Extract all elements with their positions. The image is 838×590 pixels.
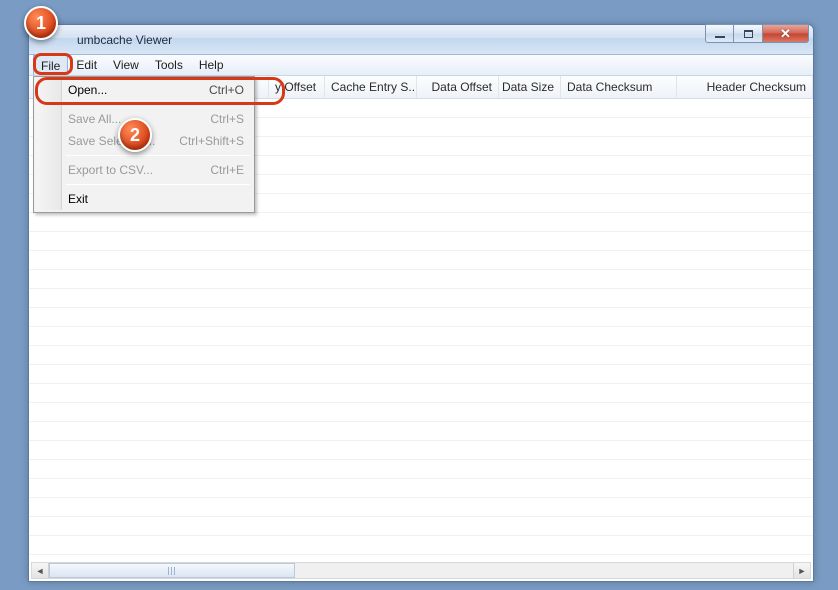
table-row [29,536,813,555]
menu-help[interactable]: Help [191,55,232,75]
horizontal-scrollbar[interactable]: ◄ ► [31,562,811,579]
column-header[interactable]: Cache Entry S... [325,76,417,98]
maximize-icon [744,30,753,38]
menu-item-export-csv: Export to CSV... Ctrl+E [36,159,252,181]
menubar: File Edit View Tools Help [29,55,813,76]
table-row [29,346,813,365]
table-row [29,498,813,517]
shortcut-label: Ctrl+Shift+S [179,134,244,148]
table-row [29,384,813,403]
shortcut-label: Ctrl+O [209,83,244,97]
annotation-badge-1: 1 [24,6,58,40]
table-row [29,251,813,270]
menu-item-open[interactable]: Open... Ctrl+O [36,79,252,101]
menu-item-exit[interactable]: Exit [36,188,252,210]
table-row [29,403,813,422]
table-row [29,308,813,327]
minimize-button[interactable] [705,24,734,43]
table-row [29,289,813,308]
column-header[interactable]: Header Checksum [677,76,813,98]
column-header[interactable]: Data Checksum [561,76,677,98]
scroll-thumb[interactable] [49,563,295,578]
table-row [29,441,813,460]
table-row [29,270,813,289]
window-controls: ✕ [705,25,809,54]
close-button[interactable]: ✕ [763,24,809,43]
table-row [29,365,813,384]
scroll-track[interactable] [49,563,793,578]
window-title: umbcache Viewer [39,33,705,47]
table-row [29,232,813,251]
table-row [29,479,813,498]
maximize-button[interactable] [734,24,763,43]
menu-file[interactable]: File [33,55,68,75]
menu-separator [66,184,250,185]
menu-view[interactable]: View [105,55,147,75]
shortcut-label: Ctrl+E [210,163,244,177]
grip-icon [168,567,175,575]
app-window: umbcache Viewer ✕ File Edit View Tools H… [28,24,814,582]
column-header[interactable]: Data Size [499,76,561,98]
scroll-right-button[interactable]: ► [793,563,810,578]
shortcut-label: Ctrl+S [210,112,244,126]
menu-edit[interactable]: Edit [68,55,105,75]
table-row [29,460,813,479]
column-header[interactable]: y Offset [269,76,325,98]
menu-separator [66,155,250,156]
close-icon: ✕ [780,27,791,40]
table-row [29,517,813,536]
chevron-right-icon: ► [798,566,807,576]
minimize-icon [715,36,725,38]
table-row [29,213,813,232]
titlebar[interactable]: umbcache Viewer ✕ [29,25,813,55]
annotation-badge-2: 2 [118,118,152,152]
chevron-left-icon: ◄ [36,566,45,576]
menu-tools[interactable]: Tools [147,55,191,75]
table-row [29,327,813,346]
menu-separator [66,104,250,105]
scroll-left-button[interactable]: ◄ [32,563,49,578]
column-header[interactable]: Data Offset [417,76,499,98]
table-row [29,422,813,441]
